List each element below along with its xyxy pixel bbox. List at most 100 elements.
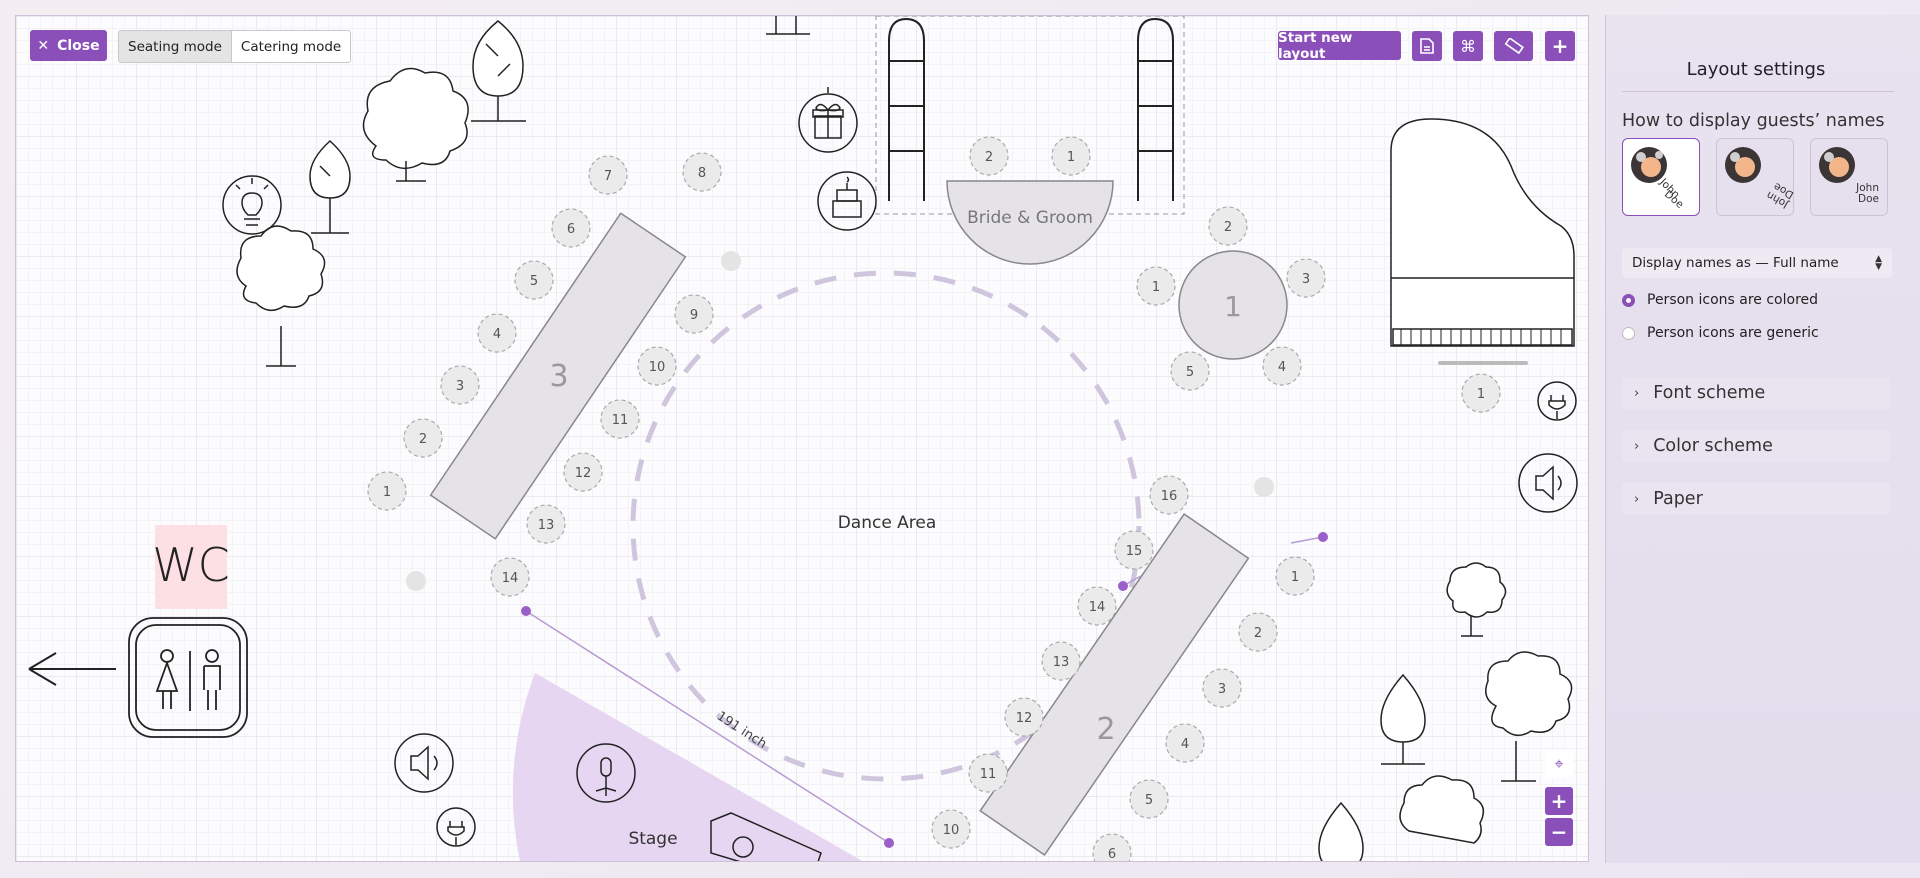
svg-text:12: 12	[1016, 711, 1033, 726]
ruler-button[interactable]	[1494, 31, 1533, 61]
close-button[interactable]: ✕ Close	[30, 30, 107, 61]
radio-unselected[interactable]	[1622, 326, 1635, 340]
svg-text:10: 10	[943, 823, 960, 838]
name-style-card-3[interactable]: John Doe	[1810, 138, 1888, 216]
divider	[1622, 91, 1894, 92]
svg-text:2: 2	[419, 432, 427, 447]
catering-mode-tab[interactable]: Catering mode	[232, 31, 350, 62]
table-2-label: 2	[1096, 712, 1115, 747]
svg-text:5: 5	[1186, 365, 1194, 380]
wc-label: WC	[152, 538, 230, 592]
svg-text:14: 14	[1089, 600, 1106, 615]
command-button[interactable]: ⌘	[1453, 31, 1483, 61]
command-icon: ⌘	[1460, 36, 1476, 56]
svg-text:11: 11	[980, 767, 997, 782]
select-arrows-icon: ▲ ▼	[1875, 254, 1882, 272]
card-3-last: Doe	[1858, 193, 1879, 205]
paper-label: Paper	[1653, 489, 1703, 509]
svg-text:3: 3	[456, 379, 464, 394]
svg-text:1: 1	[1067, 150, 1075, 165]
gift-icon	[798, 87, 858, 153]
svg-text:9: 9	[690, 308, 698, 323]
radio-label-colored: Person icons are colored	[1647, 292, 1819, 308]
zoom-out-button[interactable]: −	[1545, 818, 1573, 846]
lightbulb-icon	[222, 175, 282, 235]
svg-text:13: 13	[538, 518, 555, 533]
document-button[interactable]	[1412, 31, 1442, 61]
svg-text:4: 4	[1278, 360, 1286, 375]
close-icon: ✕	[37, 37, 50, 54]
svg-text:3: 3	[1218, 682, 1226, 697]
cake-icon	[817, 171, 877, 231]
add-button[interactable]: +	[1545, 31, 1575, 61]
name-style-card-2[interactable]: John Doe	[1716, 138, 1796, 216]
document-icon	[1420, 38, 1434, 54]
svg-text:7: 7	[604, 169, 612, 184]
display-names-select[interactable]: Display names as — Full name ▲ ▼	[1622, 248, 1892, 278]
svg-text:15: 15	[1126, 544, 1143, 559]
radio-icons-colored[interactable]: Person icons are colored	[1622, 292, 1818, 308]
start-new-layout-button[interactable]: Start new layout	[1278, 30, 1401, 62]
ruler-icon	[1504, 38, 1524, 54]
font-scheme-section[interactable]: › Font scheme	[1622, 377, 1890, 409]
exit-arrow-icon	[28, 652, 116, 686]
svg-text:2: 2	[1254, 626, 1262, 641]
crosshair-icon: ⌖	[1554, 754, 1564, 773]
mode-toggle[interactable]: Seating mode Catering mode	[118, 30, 352, 63]
paper-section[interactable]: › Paper	[1622, 483, 1890, 515]
chevron-right-icon: ›	[1634, 491, 1640, 507]
seating-mode-tab[interactable]: Seating mode	[119, 31, 232, 62]
svg-text:8: 8	[698, 166, 706, 181]
font-scheme-label: Font scheme	[1653, 383, 1766, 403]
name-style-card-1[interactable]: John Doe	[1622, 138, 1700, 216]
stage-area	[512, 673, 863, 861]
svg-text:4: 4	[1181, 737, 1189, 752]
plus-icon: +	[1551, 34, 1569, 58]
svg-text:1: 1	[1152, 280, 1160, 295]
svg-text:13: 13	[1053, 655, 1070, 670]
panel-title: Layout settings	[1686, 59, 1826, 80]
floorplan-canvas[interactable]: Stage Dance Area 191 inch Bride & Groom …	[15, 15, 1589, 862]
stage-label: Stage	[628, 829, 677, 849]
color-scheme-label: Color scheme	[1653, 436, 1773, 456]
svg-text:1: 1	[1477, 387, 1485, 402]
card-1-last: Doe	[1661, 188, 1686, 211]
recenter-button[interactable]: ⌖	[1545, 750, 1573, 778]
svg-text:6: 6	[567, 222, 575, 237]
svg-text:16: 16	[1161, 489, 1178, 504]
restroom-icon	[128, 617, 248, 738]
arch-icon	[888, 18, 1174, 201]
svg-text:3: 3	[1302, 272, 1310, 287]
radio-label-generic: Person icons are generic	[1647, 325, 1819, 341]
table-1-label: 1	[1224, 290, 1242, 323]
measurement-label: 191 inch	[714, 709, 769, 752]
svg-text:5: 5	[530, 274, 538, 289]
svg-text:1: 1	[1291, 570, 1299, 585]
zoom-in-button[interactable]: +	[1545, 787, 1573, 815]
svg-text:14: 14	[502, 571, 519, 586]
svg-text:5: 5	[1145, 793, 1153, 808]
close-label: Close	[57, 37, 100, 54]
pole-icon	[766, 16, 810, 35]
svg-text:6: 6	[1108, 847, 1116, 862]
guest-names-heading: How to display guests’ names	[1622, 111, 1885, 131]
svg-text:11: 11	[612, 413, 629, 428]
chevron-right-icon: ›	[1634, 438, 1640, 454]
svg-text:4: 4	[493, 327, 501, 342]
table-3-label: 3	[549, 359, 568, 394]
dance-area-label: Dance Area	[838, 513, 937, 533]
radio-selected[interactable]	[1622, 293, 1635, 307]
color-scheme-section[interactable]: › Color scheme	[1622, 430, 1890, 462]
radio-icons-generic[interactable]: Person icons are generic	[1622, 325, 1819, 341]
svg-text:2: 2	[985, 150, 993, 165]
svg-text:1: 1	[383, 485, 391, 500]
piano-icon	[1390, 118, 1575, 365]
svg-text:12: 12	[575, 466, 592, 481]
chevron-right-icon: ›	[1634, 385, 1640, 401]
svg-text:2: 2	[1224, 220, 1232, 235]
display-names-value: Display names as — Full name	[1632, 255, 1839, 271]
layout-settings-panel: Layout settings How to display guests’ n…	[1605, 15, 1920, 863]
svg-text:10: 10	[649, 360, 666, 375]
bride-groom-label: Bride & Groom	[967, 208, 1093, 228]
person-avatar-icon	[1819, 147, 1855, 183]
